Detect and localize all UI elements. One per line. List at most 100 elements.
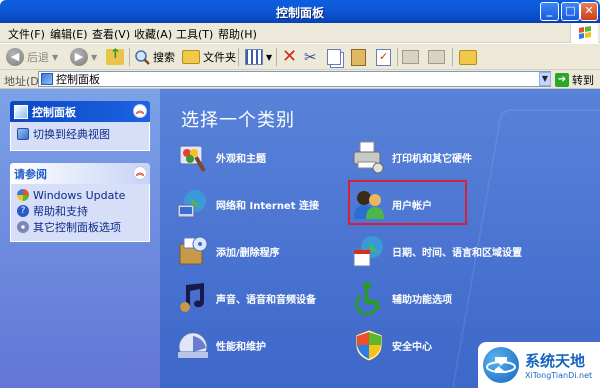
category-performance-label: 性能和维护 [216, 341, 266, 353]
help-support-link[interactable]: ? 帮助和支持 [17, 203, 143, 219]
back-arrow-icon: ◀ [6, 48, 24, 66]
see-also-panel-header[interactable]: 请参阅 ︽ [10, 163, 150, 184]
forward-button[interactable]: ▶ ▼ [70, 47, 97, 67]
category-performance[interactable]: 性能和维护 [176, 328, 266, 362]
up-folder-button[interactable]: ↑ [106, 47, 124, 67]
category-accessibility[interactable]: 辅助功能选项 [352, 281, 452, 316]
search-label: 搜索 [153, 51, 175, 64]
folder-options-button[interactable] [459, 47, 477, 67]
views-dropdown-icon[interactable]: ▼ [266, 53, 272, 62]
menu-edit[interactable]: 编辑(E) [50, 26, 88, 42]
watermark-title: 系统天地 [525, 352, 586, 370]
task-pane: 控制面板 ︽ 切换到经典视图 请参阅 ︽ Windows Update ? 帮助… [0, 89, 160, 388]
performance-icon [176, 328, 210, 362]
move-to-button[interactable] [402, 47, 419, 67]
properties-button[interactable]: ✓ [376, 47, 391, 67]
switch-classic-view-label: 切换到经典视图 [33, 128, 110, 141]
go-label: 转到 [572, 74, 594, 87]
copy-to-button[interactable] [428, 47, 445, 67]
add-remove-icon [176, 234, 210, 268]
accessibility-icon [352, 281, 386, 316]
category-appearance[interactable]: 外观和主题 [176, 140, 266, 174]
category-security-label: 安全中心 [392, 341, 432, 353]
forward-arrow-icon: ▶ [70, 48, 88, 66]
back-dropdown-icon[interactable]: ▼ [52, 53, 58, 62]
date-time-icon [352, 234, 386, 268]
control-panel-panel-title: 控制面板 [32, 105, 76, 119]
address-input[interactable]: 控制面板 [38, 71, 551, 87]
copy-icon [327, 49, 341, 65]
appearance-icon [176, 140, 210, 174]
toolbar: ◀ 后退 ▼ ▶ ▼ ↑ 搜索 文件夹 ▼ ✕ ✂ ✓ [0, 44, 600, 70]
window-title: 控制面板 [275, 6, 324, 20]
category-sound[interactable]: 声音、语音和音频设备 [176, 281, 316, 315]
paste-button[interactable] [351, 47, 366, 67]
sound-icon [176, 281, 210, 315]
go-arrow-icon: ➔ [555, 73, 569, 87]
folders-button[interactable]: 文件夹 [182, 47, 236, 67]
address-value: 控制面板 [56, 73, 100, 86]
help-support-label: 帮助和支持 [33, 205, 88, 218]
control-panel-panel-header[interactable]: 控制面板 ︽ [10, 101, 150, 122]
control-panel-panel: 控制面板 ︽ 切换到经典视图 [10, 101, 150, 151]
see-also-panel-title: 请参阅 [14, 167, 47, 181]
delete-icon: ✕ [282, 46, 298, 67]
category-printers-label: 打印机和其它硬件 [392, 153, 472, 165]
control-panel-small-icon [41, 73, 53, 85]
category-accessibility-label: 辅助功能选项 [392, 294, 452, 306]
address-bar: 地址(D) 控制面板 ▼ ➔ 转到 [0, 70, 600, 89]
copy-button[interactable] [327, 47, 341, 67]
category-date-time[interactable]: 日期、时间、语言和区域设置 [352, 234, 522, 268]
category-network-label: 网络和 Internet 连接 [216, 200, 319, 212]
title-bar[interactable]: 控制面板 _ □ ✕ [0, 0, 600, 23]
category-date-time-label: 日期、时间、语言和区域设置 [392, 247, 522, 259]
menu-help[interactable]: 帮助(H) [218, 26, 257, 42]
paste-icon [351, 48, 366, 66]
see-also-panel: 请参阅 ︽ Windows Update ? 帮助和支持 其它控制面板选项 [10, 163, 150, 242]
menu-view[interactable]: 查看(V) [92, 26, 130, 42]
category-add-remove[interactable]: 添加/删除程序 [176, 234, 280, 268]
windows-flag-icon [570, 23, 598, 43]
back-button[interactable]: ◀ 后退 ▼ [6, 47, 58, 67]
category-printers[interactable]: 打印机和其它硬件 [352, 140, 472, 174]
up-folder-icon: ↑ [106, 47, 124, 65]
network-icon [176, 187, 210, 221]
minimize-button[interactable]: _ [540, 2, 559, 21]
switch-classic-view-link[interactable]: 切换到经典视图 [17, 126, 143, 142]
see-also-panel-body: Windows Update ? 帮助和支持 其它控制面板选项 [10, 184, 150, 242]
collapse-icon[interactable]: ︽ [133, 166, 147, 180]
folders-label: 文件夹 [203, 51, 236, 64]
category-add-remove-label: 添加/删除程序 [216, 247, 280, 259]
address-dropdown-button[interactable]: ▼ [539, 72, 551, 86]
windows-update-icon [17, 189, 29, 201]
menu-file[interactable]: 文件(F) [8, 26, 45, 42]
menu-tools[interactable]: 工具(T) [176, 26, 213, 42]
user-accounts-highlight [348, 180, 467, 225]
cut-button[interactable]: ✂ [304, 47, 317, 67]
security-icon [352, 328, 386, 362]
windows-update-label: Windows Update [33, 188, 126, 202]
other-options-icon [17, 221, 29, 233]
maximize-button[interactable]: □ [561, 2, 580, 21]
other-options-link[interactable]: 其它控制面板选项 [17, 219, 143, 235]
collapse-icon[interactable]: ︽ [133, 104, 147, 118]
views-icon [245, 49, 263, 65]
go-button[interactable]: ➔ 转到 [555, 72, 594, 88]
folder-options-icon [459, 49, 477, 65]
watermark-subtitle: XiTongTianDi.net [525, 371, 593, 380]
search-button[interactable]: 搜索 [134, 47, 175, 67]
category-network[interactable]: 网络和 Internet 连接 [176, 187, 319, 221]
forward-dropdown-icon[interactable]: ▼ [91, 53, 97, 62]
printer-icon [352, 140, 386, 174]
windows-update-link[interactable]: Windows Update [17, 187, 143, 203]
menu-favorites[interactable]: 收藏(A) [134, 26, 172, 42]
close-button[interactable]: ✕ [580, 2, 598, 21]
watermark-logo: 系统天地 XiTongTianDi.net [478, 342, 600, 388]
back-label: 后退 [27, 51, 49, 64]
views-button[interactable]: ▼ [245, 47, 272, 67]
category-security[interactable]: 安全中心 [352, 328, 432, 362]
other-options-label: 其它控制面板选项 [33, 221, 121, 234]
watermark-globe-icon [483, 347, 519, 383]
control-panel-panel-body: 切换到经典视图 [10, 122, 150, 151]
delete-button[interactable]: ✕ [282, 47, 297, 67]
